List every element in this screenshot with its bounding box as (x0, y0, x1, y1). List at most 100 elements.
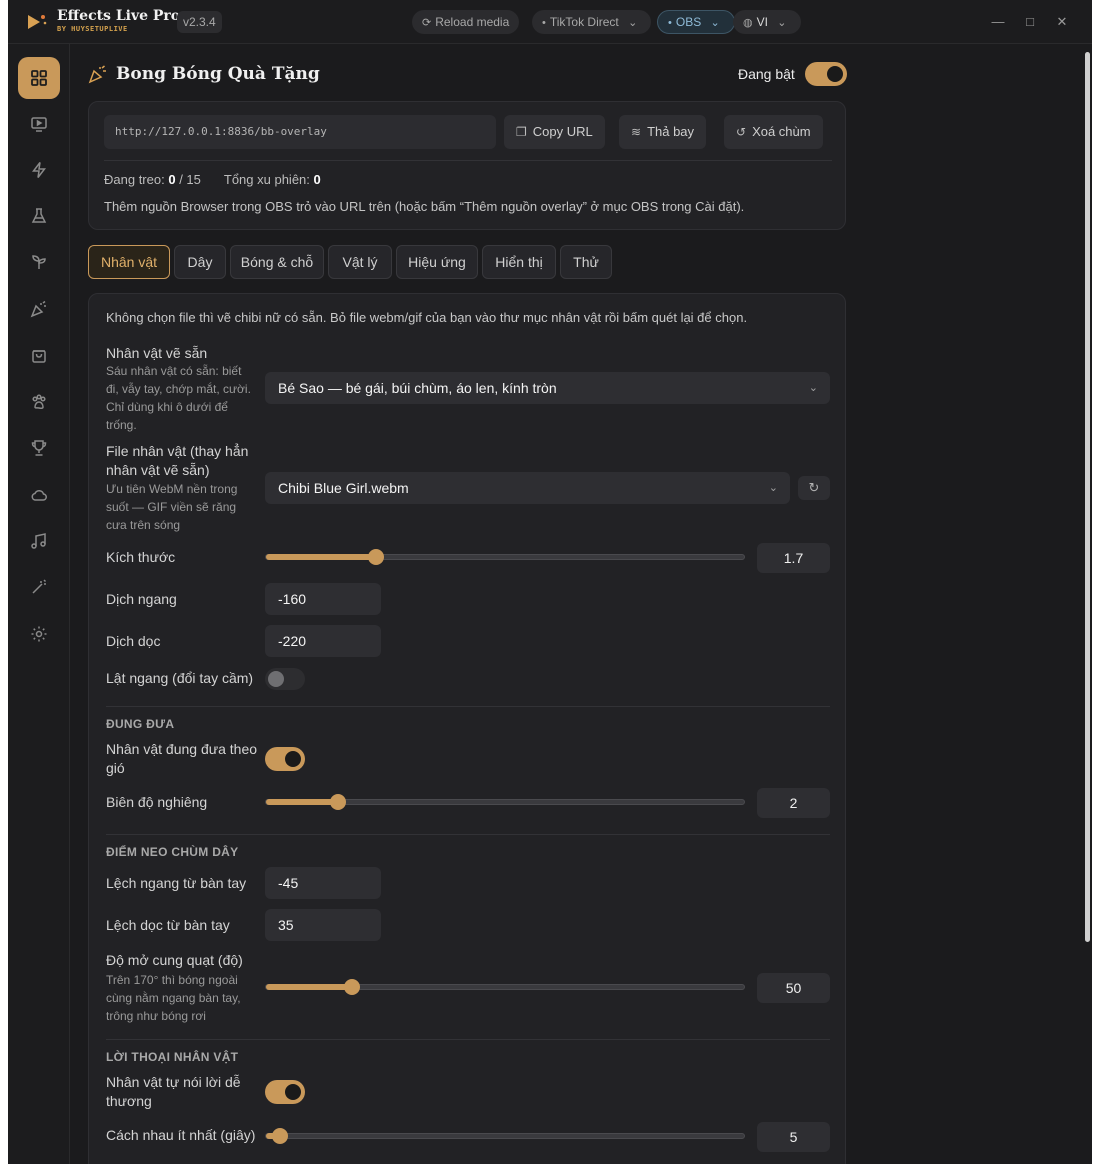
label-line: Nhân vật tự nói lời dễ (106, 1074, 241, 1090)
refresh-icon: ↻ (808, 480, 820, 495)
anchor-vertical-input[interactable]: 35 (265, 909, 381, 941)
tilt-amplitude-value[interactable]: 2 (757, 788, 830, 818)
tab-display[interactable]: Hiển thị (482, 245, 556, 279)
tab-string[interactable]: Dây (174, 245, 226, 279)
character-file-select[interactable]: Chibi Blue Girl.webm ⌄ (265, 472, 790, 504)
sway-toggle[interactable] (265, 747, 305, 771)
nav-dashboard[interactable] (18, 57, 60, 99)
logo-icon (28, 15, 47, 29)
label-line: File nhân vật (thay hẳn (106, 443, 249, 459)
toggle-knob (827, 66, 843, 82)
nav-flask[interactable] (18, 195, 60, 237)
toggle-knob (285, 1084, 301, 1100)
nav-party[interactable] (18, 288, 60, 330)
copy-url-label: Copy URL (532, 124, 593, 139)
page-header: Bong Bóng Quà Tặng (88, 62, 320, 86)
maximize-button[interactable]: □ (1020, 12, 1040, 32)
tilt-amplitude-slider[interactable] (265, 794, 745, 810)
character-settings-card: Không chọn file thì vẽ chibi nữ có sẵn. … (88, 293, 846, 1164)
shift-vertical-label: Dịch dọc (106, 633, 161, 649)
tiktok-direct-dropdown[interactable]: • TikTok Direct ⌄ (532, 10, 652, 34)
nav-cloud[interactable] (18, 474, 60, 516)
divider (104, 160, 832, 161)
copy-url-button[interactable]: ❐ Copy URL (504, 115, 605, 149)
music-icon (31, 533, 46, 549)
nav-shop[interactable] (18, 334, 60, 376)
obs-dropdown[interactable]: • OBS ⌄ (657, 10, 735, 34)
total-coins-label: Tổng xu phiên: (223, 172, 310, 187)
tilt-amplitude-label: Biên độ nghiêng (106, 794, 208, 810)
shift-horizontal-label: Dịch ngang (106, 591, 177, 607)
speech-gap-label: Cách nhau ít nhất (giây) (106, 1127, 256, 1143)
sway-label: Nhân vật đung đưa theo gió (106, 740, 257, 778)
slider-thumb[interactable] (272, 1128, 288, 1144)
fan-angle-value[interactable]: 50 (757, 973, 830, 1003)
language-dropdown[interactable]: ◍ VI ⌄ (733, 10, 801, 34)
scrollbar[interactable] (1085, 52, 1090, 942)
preset-character-select[interactable]: Bé Sao — bé gái, búi chùm, áo len, kính … (265, 372, 830, 404)
slider-thumb[interactable] (368, 549, 384, 565)
page-title: Bong Bóng Quà Tặng (116, 64, 320, 84)
monitor-play-icon (31, 117, 47, 132)
sidebar (8, 44, 70, 1164)
minimize-button[interactable]: — (988, 12, 1008, 32)
nav-sprout[interactable] (18, 241, 60, 283)
tab-balloon-position[interactable]: Bóng & chỗ (230, 245, 324, 279)
size-slider[interactable] (265, 549, 745, 565)
overlay-url-field[interactable]: http://127.0.0.1:8836/bb-overlay (104, 115, 496, 149)
wind-icon: ≋ (631, 125, 642, 139)
shift-vertical-input[interactable]: -220 (265, 625, 381, 657)
clear-cluster-button[interactable]: ↺ Xoá chùm (724, 115, 823, 149)
reload-media-button[interactable]: ⟳ Reload media (412, 10, 520, 34)
nav-lightning[interactable] (18, 149, 60, 191)
tab-physics[interactable]: Vật lý (328, 245, 392, 279)
release-button[interactable]: ≋ Thả bay (619, 115, 707, 149)
desc-line: đi, vẫy tay, chớp mắt, cười. (106, 382, 251, 396)
divider (106, 1039, 830, 1040)
speech-gap-slider[interactable] (265, 1128, 745, 1144)
anchor-horizontal-input[interactable]: -45 (265, 867, 381, 899)
desc-line: Sáu nhân vật có sẵn: biết (106, 364, 242, 378)
chevron-down-icon: ⌄ (768, 482, 778, 494)
nav-magic[interactable] (18, 566, 60, 608)
size-value[interactable]: 1.7 (757, 543, 830, 573)
rescan-button[interactable]: ↻ (798, 476, 830, 500)
character-file-desc: Ưu tiên WebM nền trong suốt — GIF viền s… (106, 480, 237, 534)
speech-gap-value[interactable]: 5 (757, 1122, 830, 1152)
refresh-icon: ⟳ (422, 17, 432, 29)
desc-line: Chỉ dùng khi ô dưới để (106, 400, 228, 414)
nav-music[interactable] (18, 520, 60, 562)
speech-toggle[interactable] (265, 1080, 305, 1104)
shift-horizontal-input[interactable]: -160 (265, 583, 381, 615)
fan-angle-desc: Trên 170° thì bóng ngoài cùng nằm ngang … (106, 971, 241, 1025)
tab-effects[interactable]: Hiệu ứng (396, 245, 478, 279)
toggle-knob (268, 671, 284, 687)
app-name: Effects Live Pro (57, 8, 181, 24)
character-file-value: Chibi Blue Girl.webm (278, 480, 409, 496)
nav-monitor[interactable] (18, 103, 60, 145)
close-button[interactable]: ✕ (1052, 12, 1072, 32)
obs-hint: Thêm nguồn Browser trong OBS trỏ vào URL… (104, 199, 745, 214)
nav-pets[interactable] (18, 381, 60, 423)
tab-character[interactable]: Nhân vật (88, 245, 170, 279)
fan-angle-slider[interactable] (265, 979, 745, 995)
slider-thumb[interactable] (330, 794, 346, 810)
nav-settings[interactable] (18, 613, 60, 655)
slider-fill (266, 554, 376, 560)
chevron-down-icon: ⌄ (710, 17, 720, 29)
cloud-icon (31, 489, 47, 501)
dashboard-icon (31, 70, 47, 86)
tab-test[interactable]: Thử (560, 245, 612, 279)
chevron-down-icon: ⌄ (777, 17, 787, 29)
flip-horizontal-toggle[interactable] (265, 668, 305, 690)
obs-label: OBS (675, 15, 702, 29)
enabled-toggle[interactable] (805, 62, 847, 86)
anchor-section-heading: ĐIỂM NEO CHÙM DÂY (106, 845, 239, 859)
slider-thumb[interactable] (344, 979, 360, 995)
gear-icon (31, 626, 47, 642)
desc-line: cưa trên sóng (106, 518, 181, 532)
enabled-label: Đang bật (738, 66, 795, 82)
overlay-card: http://127.0.0.1:8836/bb-overlay ❐ Copy U… (88, 101, 846, 230)
label-line: thương (106, 1093, 152, 1109)
nav-trophy[interactable] (18, 427, 60, 469)
